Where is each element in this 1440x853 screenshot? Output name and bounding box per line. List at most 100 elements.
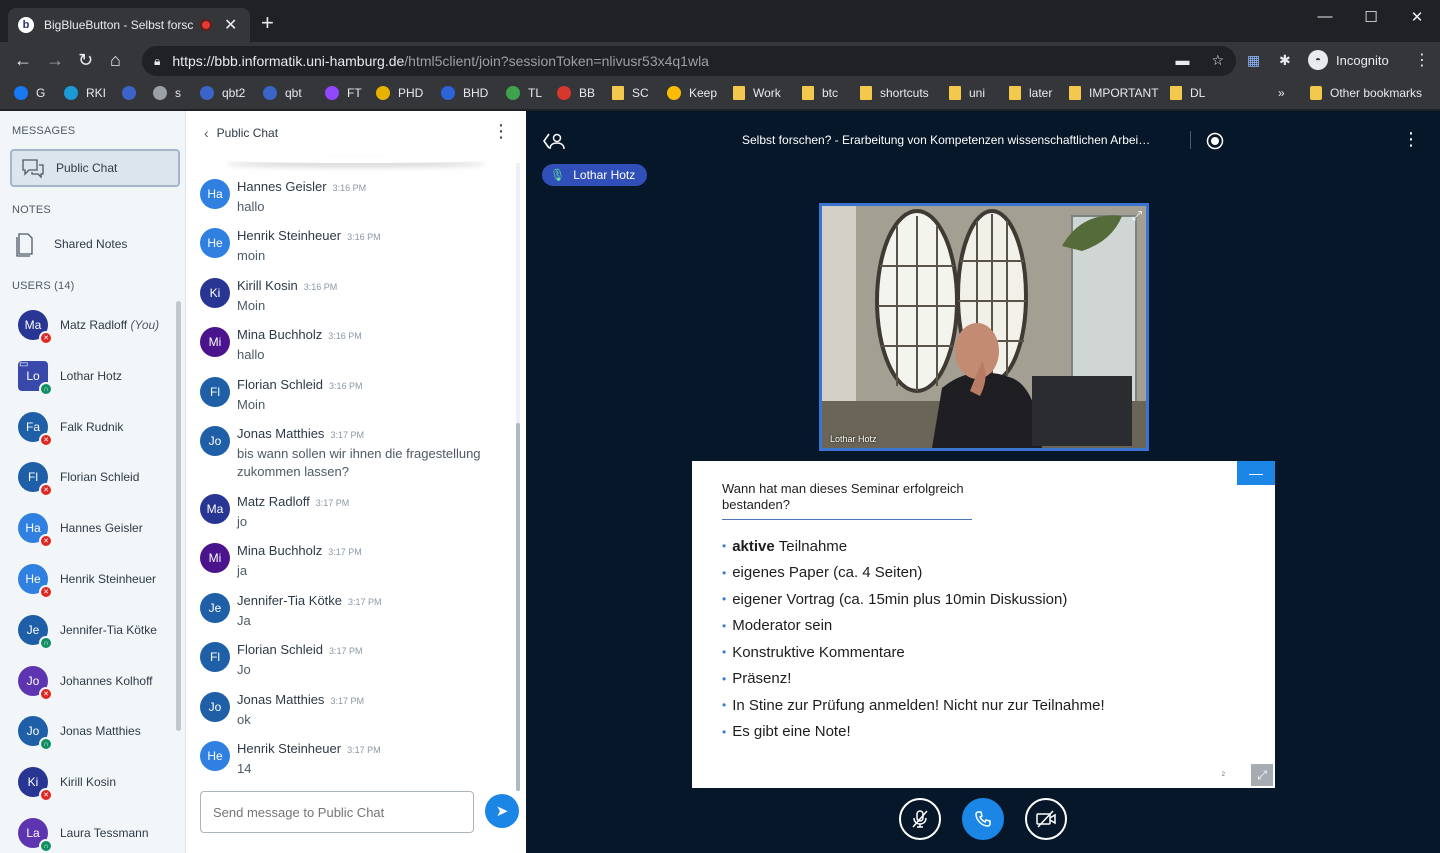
user-name: Hannes Geisler (60, 521, 143, 535)
user-list-item[interactable]: Ma ✕ Matz Radloff (You) (18, 305, 159, 345)
user-list-item[interactable]: Fl ✕ Florian Schleid (18, 457, 139, 497)
message-time: 3:16 PM (332, 183, 367, 193)
tab-close-icon[interactable]: ✕ (224, 15, 237, 35)
user-list-item[interactable]: Jo ✕ Johannes Kolhoff (18, 661, 153, 701)
more-bookmarks-button[interactable]: » (1278, 86, 1285, 100)
slide-bullet-text: Es gibt eine Note! (732, 723, 851, 741)
talking-indicator[interactable]: 🎙︎ Lothar Hotz (542, 164, 648, 186)
extension-icon[interactable]: ▦ (1247, 52, 1260, 69)
user-initials: Fa (25, 420, 40, 434)
minimize-window-button[interactable]: — (1302, 8, 1348, 25)
send-message-button[interactable]: ➤ (485, 794, 519, 828)
extensions-puzzle-icon[interactable]: ✱ (1279, 52, 1291, 69)
incognito-icon: ◓ (1308, 50, 1328, 70)
user-list-item[interactable]: Jo ∩ Jonas Matthies (18, 711, 141, 751)
other-bookmarks-folder[interactable]: Other bookmarks (1310, 86, 1422, 100)
bookmark-item[interactable]: RKI (64, 86, 106, 100)
public-chat-nav-item[interactable]: Public Chat (10, 149, 180, 187)
forward-button[interactable]: → (46, 50, 64, 71)
bookmark-label: shortcuts (880, 86, 929, 100)
presentation-fullscreen-button[interactable]: ⤢ (1251, 764, 1273, 786)
bookmark-item[interactable]: Work (733, 86, 781, 100)
user-list-item[interactable]: Lo ∩ ▭ Lothar Hotz (18, 356, 122, 396)
bookmark-item[interactable]: btc (802, 86, 838, 100)
bookmark-item[interactable]: qbt (263, 86, 302, 100)
chat-header: ‹ Public Chat ⋮ (186, 111, 526, 155)
incognito-badge[interactable]: ◓ Incognito (1308, 50, 1389, 70)
bookmark-item[interactable]: s (153, 86, 181, 100)
browser-toolbar: ← → ↻ ⌂ 🔒︎ https://bbb.informatik.uni-ha… (0, 42, 1440, 80)
bookmark-item[interactable]: shortcuts (860, 86, 929, 100)
reload-button[interactable]: ↻ (78, 50, 93, 71)
chat-scrollbar-thumb[interactable] (516, 423, 520, 791)
maximize-window-button[interactable]: ☐ (1348, 8, 1394, 26)
bookmark-star-icon[interactable]: ☆ (1211, 52, 1224, 69)
bookmark-item[interactable]: BB (557, 86, 595, 100)
address-bar[interactable]: 🔒︎ https://bbb.informatik.uni-hamburg.de… (142, 46, 1236, 76)
user-list-item[interactable]: La ∩ Laura Tessmann (18, 813, 149, 853)
slide-bullet-bold: aktive (732, 537, 775, 555)
home-button[interactable]: ⌂ (110, 50, 121, 71)
user-list-item[interactable]: He ✕ Henrik Steinheuer (18, 559, 156, 599)
user-list-item[interactable]: Ki ✕ Kirill Kosin (18, 762, 116, 802)
slide-bullet-item: eigenes Paper (ca. 4 Seiten) (722, 560, 1105, 587)
lock-icon: 🔒︎ (154, 53, 161, 68)
facebook-icon (14, 86, 28, 100)
browser-menu-icon[interactable]: ⋮ (1414, 50, 1430, 70)
chat-title[interactable]: Public Chat (217, 126, 278, 140)
user-list-item[interactable]: Je ∩ Jennifer-Tia Kötke (18, 610, 157, 650)
bookmark-item[interactable]: IMPORTANT (1069, 86, 1159, 100)
sender-name: Jennifer-Tia Kötke (237, 593, 343, 608)
slide-bullet-item: In Stine zur Prüfung anmelden! Nicht nur… (722, 692, 1104, 719)
user-list-item[interactable]: Ha ✕ Hannes Geisler (18, 508, 143, 548)
five-icon (122, 86, 136, 100)
options-menu-icon[interactable]: ⋮ (1402, 129, 1420, 150)
user-avatar: Ma ✕ (18, 310, 53, 345)
chat-scrollbar[interactable] (516, 163, 520, 791)
slide-bullet-item: Moderator sein (722, 613, 1105, 640)
user-initials: Ha (25, 521, 41, 535)
sender-name: Florian Schleid (237, 642, 323, 657)
users-heading: USERS (14) (12, 280, 75, 292)
user-name: Johannes Kolhoff (60, 674, 153, 688)
webcam-feed-image (822, 206, 1146, 448)
new-tab-button[interactable]: + (261, 10, 274, 36)
bookmark-item[interactable]: PHD (376, 86, 423, 100)
user-list-item[interactable]: Fa ✕ Falk Rudnik (18, 407, 123, 447)
presentation-slide: Wann hat man dieses Seminar erfolgreich … (692, 461, 1275, 788)
close-window-button[interactable]: ✕ (1394, 8, 1440, 26)
bookmark-item[interactable]: FT (325, 86, 362, 100)
bookmark-item[interactable]: G (14, 86, 45, 100)
recording-status-icon[interactable] (1206, 132, 1224, 150)
shared-notes-nav-item[interactable]: Shared Notes (14, 231, 127, 257)
leave-audio-button[interactable] (962, 798, 1004, 840)
bookmark-item[interactable]: uni (949, 86, 985, 100)
bookmark-item[interactable]: TL (506, 86, 542, 100)
webcam-video[interactable]: Lothar Hotz ⤢ (819, 203, 1149, 451)
bookmark-item[interactable]: Keep (667, 86, 717, 100)
share-webcam-button[interactable] (1025, 798, 1067, 840)
message-time: 3:16 PM (329, 381, 363, 391)
bookmark-item[interactable]: DL (1170, 86, 1205, 100)
unmute-microphone-button[interactable] (899, 798, 941, 840)
bookmark-item[interactable] (122, 86, 144, 100)
message-time: 3:16 PM (328, 331, 362, 341)
toggle-userlist-icon[interactable] (542, 131, 566, 151)
chevron-left-icon[interactable]: ‹ (204, 125, 209, 141)
webcam-fullscreen-icon[interactable]: ⤢ (1132, 208, 1142, 224)
chat-options-icon[interactable]: ⋮ (492, 121, 510, 142)
bookmark-item[interactable]: BHD (441, 86, 488, 100)
message-sender: Henrik Steinheuer 3:17 PM (237, 741, 381, 756)
user-initials: Ma (24, 318, 42, 332)
user-name-text: Hannes Geisler (60, 521, 143, 535)
camera-blocked-icon[interactable]: ▬ (1175, 52, 1189, 69)
bookmark-item[interactable]: SC (612, 86, 649, 100)
bookmark-item[interactable]: later (1009, 86, 1052, 100)
chat-message-input[interactable] (200, 791, 474, 833)
minimize-presentation-button[interactable]: — (1237, 461, 1275, 485)
browser-tab[interactable]: b BigBlueButton - Selbst forsch ✕ (8, 8, 250, 42)
back-button[interactable]: ← (14, 50, 32, 71)
user-list-panel: MESSAGES Public Chat NOTES Shared Notes … (0, 111, 186, 853)
user-list-scrollbar[interactable] (176, 301, 181, 731)
bookmark-item[interactable]: qbt2 (200, 86, 245, 100)
